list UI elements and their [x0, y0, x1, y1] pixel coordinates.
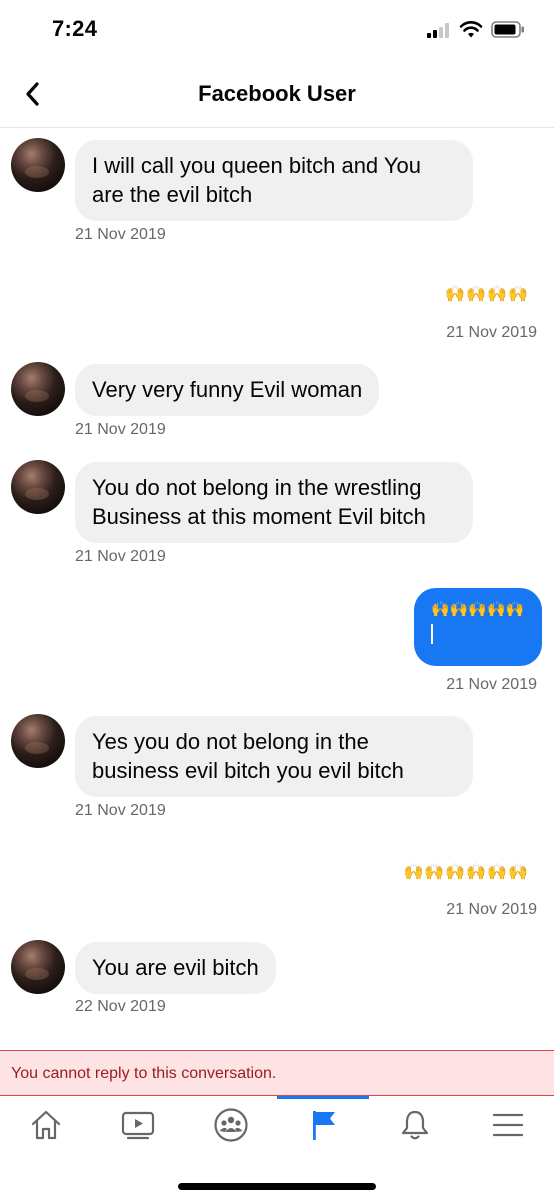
- message-timestamp: 21 Nov 2019: [75, 421, 166, 438]
- tab-pages[interactable]: [277, 1096, 369, 1154]
- notifications-bell-icon: [401, 1110, 429, 1140]
- pages-flag-icon: [313, 1111, 335, 1140]
- outgoing-emoji-message[interactable]: 🙌🙌🙌🙌: [445, 284, 529, 304]
- sender-avatar[interactable]: [11, 362, 65, 416]
- incoming-message-bubble[interactable]: Very very funny Evil woman: [75, 364, 380, 416]
- groups-icon: [214, 1108, 248, 1142]
- wifi-icon: [459, 21, 483, 38]
- page-title: Facebook User: [198, 81, 356, 106]
- incoming-message-bubble[interactable]: Yes you do not belong in the business ev…: [75, 716, 473, 797]
- outgoing-message-text: 🙌🙌🙌🙌🙌: [431, 601, 525, 618]
- message-timestamp: 21 Nov 2019: [446, 676, 537, 693]
- incoming-message-bubble[interactable]: You do not belong in the wrestling Busin…: [75, 462, 473, 543]
- video-icon: [121, 1111, 155, 1140]
- menu-icon: [492, 1113, 524, 1137]
- tab-home[interactable]: [0, 1096, 92, 1154]
- cellular-signal-icon: [427, 22, 453, 38]
- sender-avatar[interactable]: [11, 460, 65, 514]
- tab-notifications[interactable]: [369, 1096, 461, 1154]
- home-indicator[interactable]: [178, 1183, 376, 1190]
- tab-menu[interactable]: [462, 1096, 554, 1154]
- sender-avatar[interactable]: [11, 940, 65, 994]
- battery-icon: [491, 21, 524, 38]
- sender-avatar[interactable]: [11, 714, 65, 768]
- status-time: 7:24: [52, 16, 98, 41]
- cannot-reply-banner: You cannot reply to this conversation.: [0, 1050, 554, 1096]
- sender-avatar[interactable]: [11, 138, 65, 192]
- message-timestamp: 21 Nov 2019: [446, 324, 537, 341]
- message-timestamp: 21 Nov 2019: [446, 901, 537, 918]
- text-cursor: [431, 624, 433, 644]
- message-timestamp: 21 Nov 2019: [75, 802, 166, 819]
- home-icon: [31, 1110, 61, 1140]
- incoming-message-bubble[interactable]: You are evil bitch: [75, 942, 276, 994]
- message-timestamp: 21 Nov 2019: [75, 226, 166, 243]
- cannot-reply-text: You cannot reply to this conversation.: [11, 1065, 277, 1082]
- message-thread[interactable]: I will call you queen bitch and You are …: [0, 128, 554, 1050]
- message-timestamp: 22 Nov 2019: [75, 998, 166, 1015]
- tab-watch[interactable]: [92, 1096, 184, 1154]
- status-bar: 7:24: [0, 0, 554, 62]
- conversation-header: Facebook User: [0, 62, 554, 128]
- message-timestamp: 21 Nov 2019: [75, 548, 166, 565]
- outgoing-message-bubble[interactable]: 🙌🙌🙌🙌🙌: [414, 588, 542, 666]
- incoming-message-bubble[interactable]: I will call you queen bitch and You are …: [75, 140, 473, 221]
- tab-groups[interactable]: [185, 1096, 277, 1154]
- outgoing-emoji-message[interactable]: 🙌🙌🙌🙌🙌🙌: [403, 862, 529, 882]
